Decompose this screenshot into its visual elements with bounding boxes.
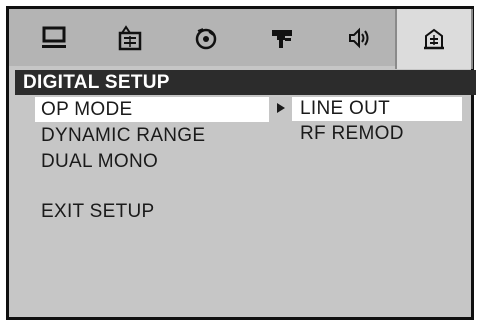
tab-language[interactable] [93, 9, 167, 66]
digital-setup-icon [420, 26, 448, 52]
menu-item-exit-setup[interactable]: EXIT SETUP [35, 199, 155, 224]
tab-general[interactable] [17, 9, 91, 66]
monitor-icon [41, 26, 67, 50]
submenu-item-rf-remod[interactable]: RF REMOD [292, 122, 404, 146]
speaker-icon [345, 26, 371, 50]
menu-item-dynamic-range[interactable]: DYNAMIC RANGE [35, 123, 205, 148]
submenu-arrow-icon [277, 103, 285, 113]
tab-audio[interactable] [321, 9, 395, 66]
tab-video[interactable] [245, 9, 319, 66]
setup-tab-bar [9, 9, 473, 69]
disc-icon [193, 25, 219, 51]
section-title: DIGITAL SETUP [15, 70, 476, 95]
tab-digital-setup[interactable] [395, 9, 473, 69]
menu-item-dual-mono[interactable]: DUAL MONO [35, 149, 158, 174]
language-icon [116, 24, 144, 51]
setup-screen: DIGITAL SETUP OP MODE DYNAMIC RANGE DUAL… [6, 6, 476, 320]
menu-item-op-mode[interactable]: OP MODE [35, 97, 269, 122]
video-connector-icon [269, 26, 295, 50]
submenu-item-line-out[interactable]: LINE OUT [292, 97, 462, 121]
tab-disc[interactable] [169, 9, 243, 66]
